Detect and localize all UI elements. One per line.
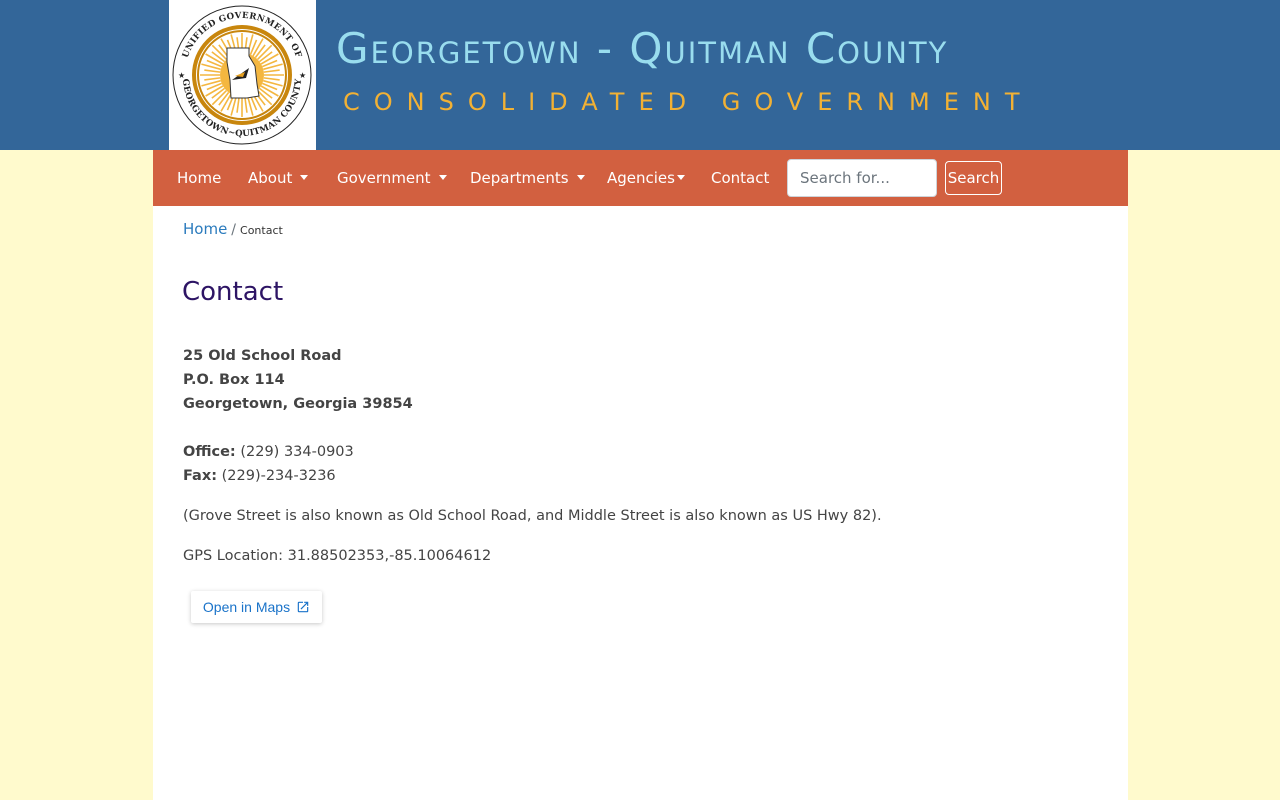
nav-item-government[interactable]: Government bbox=[337, 169, 447, 187]
street-name-note: (Grove Street is also known as Old Schoo… bbox=[183, 508, 882, 524]
nav-item-about[interactable]: About bbox=[248, 169, 309, 187]
search-button[interactable]: Search bbox=[945, 161, 1002, 195]
site-header: UNIFIED GOVERNMENT OF GEORGETOWN~QUITMAN… bbox=[0, 0, 1280, 150]
open-in-maps-button[interactable]: Open in Maps bbox=[191, 591, 322, 623]
main-page: Home About Government Departments Agenci… bbox=[153, 150, 1128, 800]
svg-text:★: ★ bbox=[299, 71, 306, 80]
address-street: 25 Old School Road bbox=[183, 348, 342, 364]
fax-label: Fax: bbox=[183, 468, 217, 484]
chevron-down-icon bbox=[438, 175, 447, 180]
chevron-down-icon bbox=[676, 175, 685, 180]
nav-item-departments[interactable]: Departments bbox=[470, 169, 585, 187]
page-title: Contact bbox=[182, 277, 284, 307]
fax-number: Fax: (229)-234-3236 bbox=[183, 464, 354, 488]
nav-item-contact[interactable]: Contact bbox=[711, 169, 769, 187]
breadcrumb-home-link[interactable]: Home bbox=[183, 220, 227, 238]
breadcrumb: Home / Contact bbox=[183, 220, 283, 240]
office-value: (229) 334-0903 bbox=[235, 444, 354, 460]
main-navbar: Home About Government Departments Agenci… bbox=[153, 150, 1128, 206]
address-city-state-zip: Georgetown, Georgia 39854 bbox=[183, 396, 413, 412]
nav-item-agencies[interactable]: Agencies bbox=[607, 169, 685, 187]
fax-value: (229)-234-3236 bbox=[217, 468, 336, 484]
breadcrumb-separator: / bbox=[231, 222, 237, 238]
chevron-down-icon bbox=[300, 175, 309, 180]
breadcrumb-current: Contact bbox=[240, 224, 283, 237]
svg-text:★: ★ bbox=[178, 71, 185, 80]
gps-location: GPS Location: 31.88502353,-85.10064612 bbox=[183, 548, 492, 564]
phone-block: Office: (229) 334-0903 Fax: (229)-234-32… bbox=[183, 440, 354, 488]
seal-icon: UNIFIED GOVERNMENT OF GEORGETOWN~QUITMAN… bbox=[171, 4, 313, 146]
county-seal-logo[interactable]: UNIFIED GOVERNMENT OF GEORGETOWN~QUITMAN… bbox=[169, 0, 316, 150]
office-label: Office: bbox=[183, 444, 236, 460]
search-input[interactable] bbox=[787, 159, 937, 197]
open-in-maps-label: Open in Maps bbox=[202, 599, 291, 615]
address-block: 25 Old School Road P.O. Box 114 Georgeto… bbox=[183, 344, 413, 416]
chevron-down-icon bbox=[576, 175, 585, 180]
address-po-box: P.O. Box 114 bbox=[183, 372, 285, 388]
office-phone: Office: (229) 334-0903 bbox=[183, 440, 354, 464]
site-title: Georgetown - Quitman County bbox=[336, 24, 949, 73]
nav-item-home[interactable]: Home bbox=[177, 169, 221, 187]
site-subtitle: CONSOLIDATED GOVERNMENT bbox=[343, 88, 1034, 116]
external-link-icon bbox=[297, 601, 309, 613]
